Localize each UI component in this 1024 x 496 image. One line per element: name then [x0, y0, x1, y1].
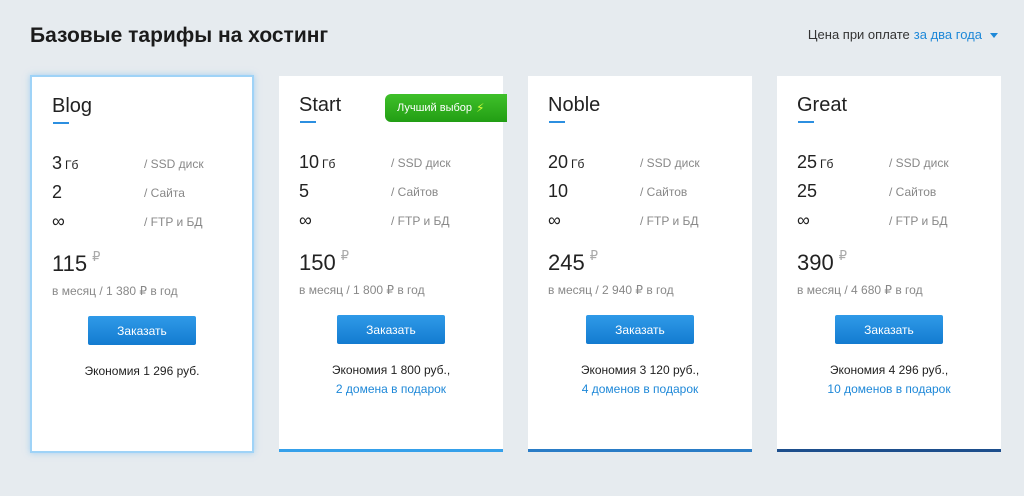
lightning-icon: ⚡	[476, 101, 485, 115]
plan-name-underline	[798, 121, 814, 123]
plan-price: 245 ₽	[548, 248, 598, 276]
price-subtext: в месяц / 2 940 ₽ в год	[548, 283, 674, 297]
disk-label: / SSD диск	[144, 157, 204, 171]
ftp-value: ∞	[548, 210, 561, 230]
spec-ftp: ∞ / FTP и БД	[299, 210, 489, 234]
price-period-label: Цена при оплате	[807, 27, 910, 42]
price-period-selector: Цена при оплате за два года	[808, 27, 998, 42]
disk-unit: Гб	[571, 157, 585, 171]
sites-label: / Сайтов	[889, 185, 937, 199]
badge-label: Лучший выбор	[397, 102, 473, 114]
ftp-label: / FTP и БД	[144, 215, 203, 229]
gift-domains-link[interactable]: 10 доменов в подарок	[777, 382, 1001, 396]
plan-card-blog[interactable]: Blog 3 Гб / SSD диск 2 / Сайта ∞ / FTP и …	[30, 75, 254, 453]
spec-disk: 3 Гб / SSD диск	[52, 153, 242, 177]
disk-label: / SSD диск	[889, 156, 949, 170]
ruble-icon: ₽	[589, 248, 598, 263]
spec-disk: 10 Гб / SSD диск	[299, 152, 489, 176]
sites-label: / Сайтов	[640, 185, 688, 199]
spec-sites: 10 / Сайтов	[548, 181, 738, 205]
disk-value: 3	[52, 153, 63, 173]
price-subtext: в месяц / 4 680 ₽ в год	[797, 283, 923, 297]
plan-price: 150 ₽	[299, 248, 349, 276]
price-subtext: в месяц / 1 800 ₽ в год	[299, 283, 425, 297]
spec-ftp: ∞ / FTP и БД	[797, 210, 987, 234]
disk-value: 25	[797, 152, 818, 172]
disk-unit: Гб	[65, 158, 79, 172]
spec-sites: 2 / Сайта	[52, 182, 242, 206]
price-period-value[interactable]: за два года	[914, 27, 982, 42]
plan-card-noble[interactable]: Noble 20 Гб / SSD диск 10 / Сайтов ∞ / FT…	[528, 76, 752, 452]
card-bottom-bar	[528, 449, 752, 452]
ruble-icon: ₽	[340, 248, 349, 263]
plan-card-start[interactable]: Start Лучший выбор ⚡ 10 Гб / SSD диск 5 /…	[279, 76, 507, 452]
order-button[interactable]: Заказать	[586, 315, 694, 344]
plan-price: 115 ₽	[52, 249, 101, 277]
disk-label: / SSD диск	[640, 156, 700, 170]
price-period-dropdown[interactable]: за два года	[914, 27, 998, 42]
spec-disk: 25 Гб / SSD диск	[797, 152, 987, 176]
plan-name-underline	[300, 121, 316, 123]
saving-text: Экономия 1 296 руб.	[84, 364, 200, 378]
spec-sites: 25 / Сайтов	[797, 181, 987, 205]
sites-label: / Сайтов	[391, 185, 439, 199]
sites-value: 5	[299, 181, 310, 201]
plan-name: Great	[797, 94, 848, 116]
ftp-label: / FTP и БД	[391, 214, 450, 228]
card-bottom-bar	[777, 449, 1001, 452]
plan-name: Noble	[548, 94, 601, 116]
disk-unit: Гб	[322, 157, 336, 171]
price-value: 150	[299, 250, 336, 275]
gift-domains-link[interactable]: 4 доменов в подарок	[528, 382, 752, 396]
ruble-icon: ₽	[838, 248, 847, 263]
plan-name-underline	[53, 122, 69, 124]
plan-card-great[interactable]: Great 25 Гб / SSD диск 25 / Сайтов ∞ / FT…	[777, 76, 1001, 452]
saving-text: Экономия 1 800 руб.,	[331, 363, 451, 377]
order-button[interactable]: Заказать	[88, 316, 196, 345]
page-title: Базовые тарифы на хостинг	[30, 24, 329, 47]
price-value: 245	[548, 250, 585, 275]
ftp-label: / FTP и БД	[889, 214, 948, 228]
spec-ftp: ∞ / FTP и БД	[548, 210, 738, 234]
disk-value: 20	[548, 152, 569, 172]
sites-value: 25	[797, 181, 818, 201]
order-button[interactable]: Заказать	[835, 315, 943, 344]
sites-label: / Сайта	[144, 186, 185, 200]
plan-name: Blog	[52, 95, 93, 117]
price-value: 390	[797, 250, 834, 275]
order-button[interactable]: Заказать	[337, 315, 445, 344]
ruble-icon: ₽	[92, 249, 101, 264]
disk-label: / SSD диск	[391, 156, 451, 170]
spec-disk: 20 Гб / SSD диск	[548, 152, 738, 176]
price-value: 115	[52, 251, 88, 276]
chevron-down-icon[interactable]	[990, 33, 998, 38]
disk-value: 10	[299, 152, 320, 172]
card-bottom-bar	[279, 449, 503, 452]
ftp-value: ∞	[299, 210, 312, 230]
price-subtext: в месяц / 1 380 ₽ в год	[52, 284, 178, 298]
plan-name-underline	[549, 121, 565, 123]
best-choice-badge: Лучший выбор ⚡	[385, 94, 507, 122]
spec-ftp: ∞ / FTP и БД	[52, 211, 242, 235]
gift-domains-link[interactable]: 2 домена в подарок	[279, 382, 503, 396]
disk-unit: Гб	[820, 157, 834, 171]
ftp-value: ∞	[797, 210, 810, 230]
spec-sites: 5 / Сайтов	[299, 181, 489, 205]
plan-name: Start	[299, 94, 342, 116]
ftp-label: / FTP и БД	[640, 214, 699, 228]
saving-text: Экономия 4 296 руб.,	[829, 363, 949, 377]
sites-value: 2	[52, 182, 63, 202]
ftp-value: ∞	[52, 211, 65, 231]
plan-price: 390 ₽	[797, 248, 847, 276]
saving-text: Экономия 3 120 руб.,	[580, 363, 700, 377]
sites-value: 10	[548, 181, 569, 201]
